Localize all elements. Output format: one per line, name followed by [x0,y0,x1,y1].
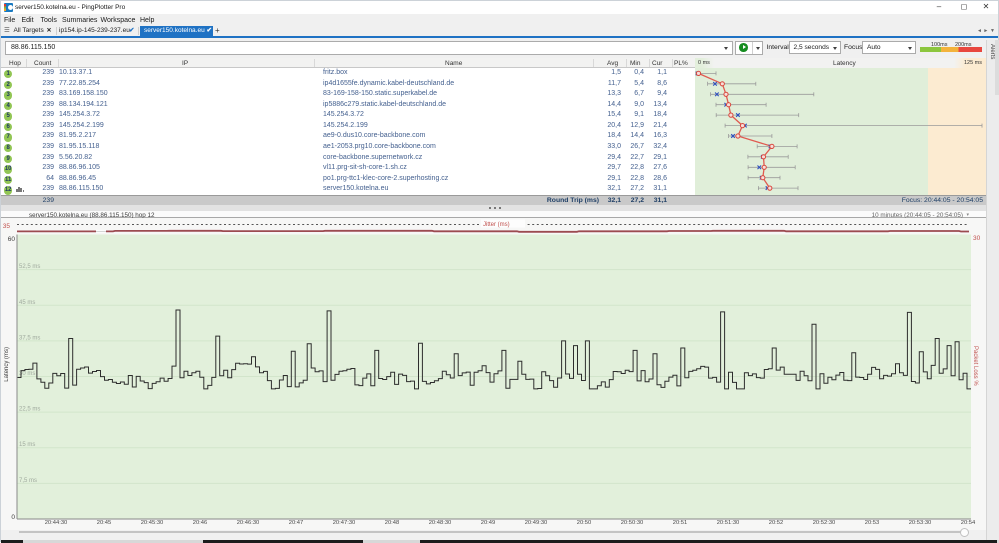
svg-text:52,5 ms: 52,5 ms [19,264,40,270]
svg-text:Jitter (ms): Jitter (ms) [483,222,510,228]
svg-text:30: 30 [973,235,981,242]
svg-text:15 ms: 15 ms [19,442,35,448]
svg-text:35: 35 [3,223,11,230]
svg-text:60: 60 [8,236,16,243]
svg-text:7,5 ms: 7,5 ms [19,478,37,484]
svg-text:37,5 ms: 37,5 ms [19,335,40,341]
svg-text:0: 0 [11,514,15,521]
svg-text:22,5 ms: 22,5 ms [19,407,40,413]
svg-text:45 ms: 45 ms [19,300,35,306]
